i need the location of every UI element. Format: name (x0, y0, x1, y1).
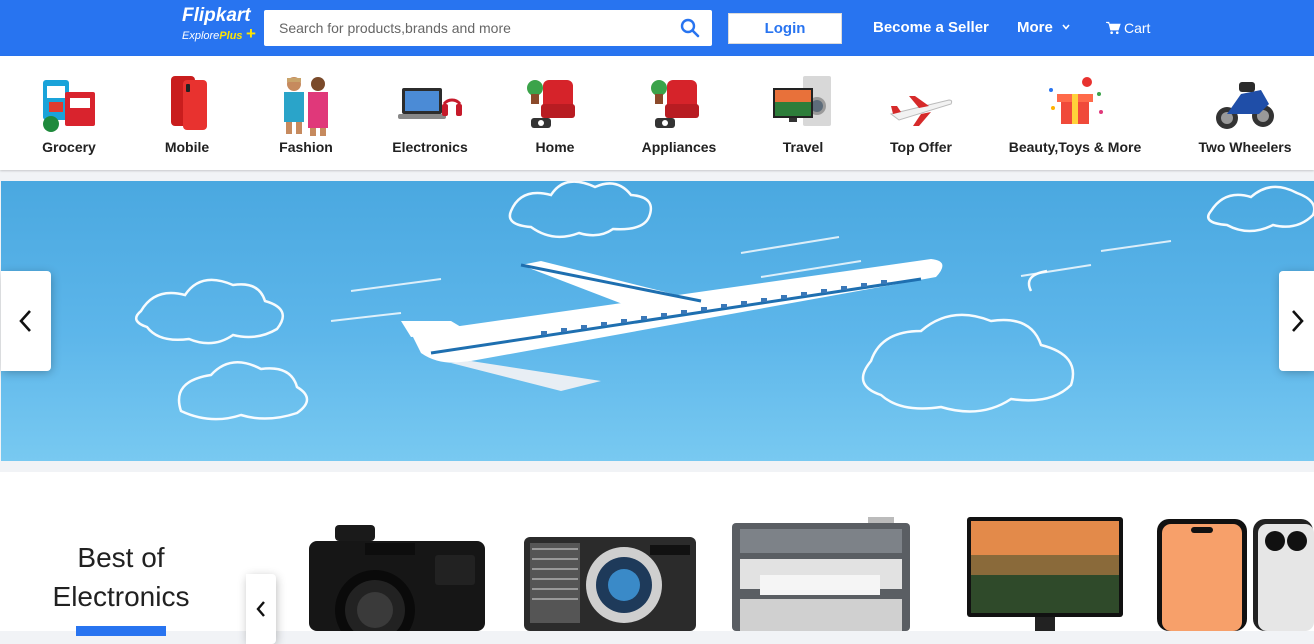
view-all-button[interactable] (76, 626, 166, 636)
logo-plus-sign: + (246, 24, 256, 43)
category-label: Top Offer (890, 139, 952, 155)
category-grocery[interactable]: Grocery (29, 56, 109, 170)
product-monitor-image[interactable] (965, 515, 1125, 631)
category-label: Two Wheelers (1198, 139, 1292, 155)
mobile-image (171, 76, 207, 130)
banner-next-button[interactable] (1279, 271, 1314, 371)
top-offer-image (889, 96, 953, 126)
appliances-image (651, 80, 699, 128)
flipkart-logo[interactable]: Flipkart ExplorePlus + (182, 5, 260, 47)
chevron-right-icon (1292, 310, 1304, 332)
category-label: Home (535, 139, 575, 155)
fashion-image (284, 77, 328, 136)
search-input[interactable] (264, 10, 664, 46)
category-label: Travel (782, 139, 824, 155)
search-bar (264, 10, 712, 46)
product-projector-image[interactable] (520, 515, 700, 631)
category-electronics[interactable]: Electronics (385, 56, 475, 170)
top-header: Flipkart ExplorePlus + Login Become a Se… (0, 0, 1314, 56)
products-prev-button[interactable] (246, 574, 276, 644)
chevron-left-icon (19, 310, 31, 332)
product-camera-image[interactable] (305, 515, 489, 631)
beauty-toys-image (1049, 77, 1103, 124)
electronics-image (398, 88, 462, 119)
logo-sub-prefix: Explore (182, 30, 220, 42)
banner-prev-button[interactable] (1, 271, 51, 371)
category-fashion[interactable]: Fashion (266, 56, 346, 170)
logo-subtext: ExplorePlus (182, 30, 243, 42)
category-home[interactable]: Home (515, 56, 595, 170)
more-menu[interactable]: More (1017, 19, 1053, 36)
category-travel[interactable]: Travel (763, 56, 843, 170)
category-label: Appliances (641, 139, 717, 155)
product-phone-image[interactable] (1155, 515, 1314, 631)
login-button[interactable]: Login (728, 13, 842, 44)
chevron-down-icon[interactable] (1061, 22, 1071, 32)
become-seller-link[interactable]: Become a Seller (873, 19, 989, 36)
logo-text: Flipkart (182, 5, 251, 26)
category-label: Electronics (392, 139, 468, 155)
category-label: Fashion (279, 139, 333, 155)
home-image (527, 80, 575, 128)
category-label: Grocery (42, 139, 96, 155)
category-nav: Grocery Mobile Fashion Electronics Home … (0, 56, 1314, 170)
section-title-line2: Electronics (52, 581, 190, 612)
section-title-line1: Best of (77, 542, 165, 573)
grocery-image (43, 80, 95, 132)
cart-icon[interactable] (1106, 21, 1121, 35)
category-label: Mobile (164, 139, 210, 155)
logo-sub-plus: Plus (219, 30, 243, 42)
hero-banner[interactable] (1, 181, 1314, 461)
category-label: Beauty,Toys & More (1008, 139, 1142, 155)
category-mobile[interactable]: Mobile (147, 56, 227, 170)
category-appliances[interactable]: Appliances (634, 56, 724, 170)
cart-link[interactable]: Cart (1124, 20, 1150, 36)
category-top-offer[interactable]: Top Offer (881, 56, 961, 170)
travel-image (773, 76, 831, 126)
search-icon[interactable] (680, 18, 700, 38)
section-title: Best of Electronics (30, 538, 212, 616)
banner-illustration (134, 181, 1314, 421)
chevron-left-icon (256, 601, 265, 617)
category-two-wheelers[interactable]: Two Wheelers (1189, 56, 1301, 170)
two-wheelers-image (1216, 82, 1274, 129)
category-beauty-toys[interactable]: Beauty,Toys & More (1000, 56, 1150, 170)
product-printer-image[interactable] (730, 515, 912, 631)
